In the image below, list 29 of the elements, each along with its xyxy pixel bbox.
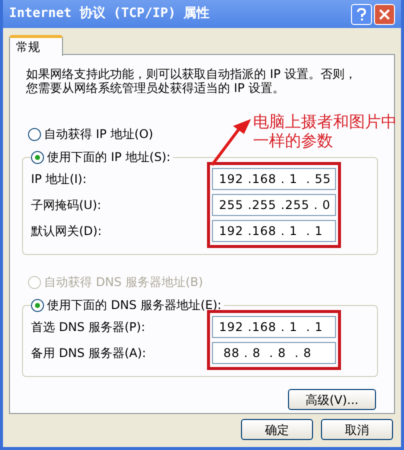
close-icon: [379, 8, 390, 20]
radio-button[interactable]: [31, 298, 44, 312]
field-label: 默认网关(D):: [31, 223, 102, 240]
field-label: 备用 DNS 服务器(A):: [31, 345, 146, 362]
ip-address-field[interactable]: 192 .168 . 1 . 1: [212, 220, 336, 242]
radio-button[interactable]: [28, 128, 41, 140]
description-text: 如果网络支持此功能，则可以获取自动指派的 IP 设置。否则，您需要从网络系统管理员处获得适当的 IP 设置。: [26, 67, 358, 95]
radio-label: 自动获得 DNS 服务器地址(B): [44, 274, 204, 291]
help-button[interactable]: [351, 4, 372, 24]
window-title: Internet 协议 (TCP/IP) 属性: [9, 4, 210, 24]
field-label: 首选 DNS 服务器(P):: [31, 319, 146, 336]
ip-address-field[interactable]: 192 .168 . 1 . 55: [212, 168, 336, 190]
annotation-arrow: [209, 117, 253, 167]
ip-address-field[interactable]: 192 .168 . 1 . 1: [212, 316, 336, 338]
ok-button[interactable]: 确定: [241, 419, 313, 440]
ip-address-field[interactable]: 255 .255 .255 . 0: [212, 194, 336, 216]
radio-button[interactable]: [31, 150, 44, 164]
tab[interactable]: 常规: [9, 35, 63, 56]
radio-label: 自动获得 IP 地址(O): [44, 126, 154, 143]
cancel-button[interactable]: 取消: [321, 419, 393, 440]
close-button[interactable]: [374, 4, 395, 24]
radio-label: 使用下面的 DNS 服务器地址(E):: [47, 297, 222, 314]
field-label: 子网掩码(U):: [31, 197, 102, 214]
radio-label: 使用下面的 IP 地址(S):: [47, 149, 170, 166]
help-icon: [357, 8, 366, 20]
annotation-text: 电脑上摄者和图片中一样的参数: [253, 112, 398, 150]
ip-address-field[interactable]: 88 . 8 . 8 . 8: [212, 342, 336, 364]
advanced-button[interactable]: 高级(V)...: [288, 389, 376, 410]
field-label: IP 地址(I):: [31, 171, 87, 188]
